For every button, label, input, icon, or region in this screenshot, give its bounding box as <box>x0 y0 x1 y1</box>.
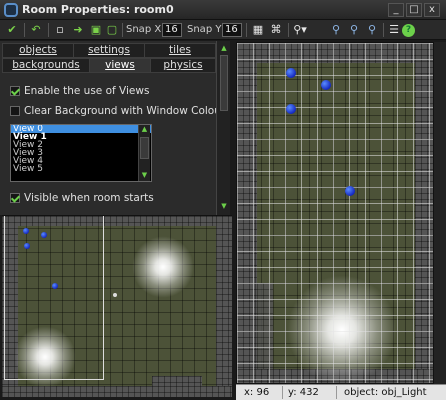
undo-icon[interactable]: ↶ <box>28 22 44 38</box>
scroll-up-icon[interactable]: ▲ <box>219 43 229 53</box>
snap-y-label: Snap Y <box>187 24 222 35</box>
scroll-thumb[interactable] <box>140 137 149 159</box>
list-item[interactable]: View 5 <box>11 165 151 174</box>
view-list-scrollbar[interactable]: ▲ ▼ <box>138 125 150 181</box>
snap-y-field[interactable]: 16 <box>222 23 242 37</box>
tab-bar: objects settings tiles backgrounds views… <box>2 43 216 73</box>
room-scrollbar[interactable] <box>434 42 446 384</box>
room-editor-canvas[interactable] <box>236 42 434 384</box>
room-grid <box>237 43 433 383</box>
zoom-out-icon[interactable]: ⚲ <box>328 22 344 38</box>
visible-on-start-label: Visible when room starts <box>24 192 154 204</box>
grid-toggle-icon[interactable]: ▦ <box>250 22 266 38</box>
panel-scrollbar[interactable]: ▲ ▼ <box>216 41 230 215</box>
zoom-in-icon[interactable]: ⚲ <box>364 22 380 38</box>
wall-tiles <box>152 376 202 386</box>
tab-views[interactable]: views <box>89 58 151 73</box>
view-list[interactable]: View 0 View 1 View 2 View 3 View 4 View … <box>10 124 152 182</box>
wall-tiles <box>216 216 232 397</box>
cursor-y: y: 432 <box>288 387 319 398</box>
status-bar: x: 96 y: 432 object: obj_Light <box>236 384 446 400</box>
snap-x-label: Snap X <box>126 24 162 35</box>
enable-views-label: Enable the use of Views <box>24 85 150 97</box>
tab-settings[interactable]: settings <box>73 43 145 58</box>
marker-dot <box>113 293 117 297</box>
unlock-icon[interactable]: ▢ <box>104 22 120 38</box>
zoom-reset-icon[interactable]: ⚲ <box>346 22 362 38</box>
toolbar: ✔ ↶ ▫ ➜ ▣ ▢ Snap X 16 Snap Y 16 ▦ ⌘ ⚲▾ ⚲… <box>0 20 446 40</box>
snap-x-field[interactable]: 16 <box>162 23 182 37</box>
clear-room-icon[interactable]: ▫ <box>52 22 68 38</box>
show-menu-icon[interactable]: ⚲▾ <box>292 22 308 38</box>
list-icon[interactable]: ☰ <box>386 22 402 38</box>
view-rectangle[interactable] <box>4 216 104 380</box>
tab-backgrounds[interactable]: backgrounds <box>2 58 90 73</box>
tab-objects[interactable]: objects <box>2 43 74 58</box>
enable-views-checkbox[interactable] <box>10 86 20 96</box>
object-under-cursor: object: obj_Light <box>344 387 427 398</box>
scroll-thumb[interactable] <box>220 55 228 111</box>
title-bar: Room Properties: room0 _ □ x <box>0 0 446 20</box>
tab-tiles[interactable]: tiles <box>144 43 216 58</box>
instance-dot[interactable] <box>286 104 296 114</box>
tab-physics[interactable]: physics <box>150 58 216 73</box>
scroll-down-icon[interactable]: ▼ <box>219 201 229 211</box>
clear-background-label: Clear Background with Window Colour <box>24 105 226 117</box>
minimize-button[interactable]: _ <box>388 3 404 17</box>
light-object[interactable] <box>132 236 194 298</box>
cursor-x: x: 96 <box>244 387 270 398</box>
clear-background-checkbox[interactable] <box>10 106 20 116</box>
visible-on-start-checkbox[interactable] <box>10 193 20 203</box>
scroll-up-icon[interactable]: ▲ <box>139 125 150 134</box>
properties-panel: objects settings tiles backgrounds views… <box>0 41 230 215</box>
lock-icon[interactable]: ▣ <box>88 22 104 38</box>
room-preview[interactable] <box>2 215 232 397</box>
maximize-button[interactable]: □ <box>406 3 422 17</box>
wall-tiles <box>2 386 232 397</box>
help-icon[interactable]: ? <box>402 24 415 37</box>
ok-check-icon[interactable]: ✔ <box>4 22 20 38</box>
instance-dot[interactable] <box>321 80 331 90</box>
instance-dot[interactable] <box>345 186 355 196</box>
isometric-grid-icon[interactable]: ⌘ <box>268 22 284 38</box>
scroll-down-icon[interactable]: ▼ <box>139 171 150 180</box>
window-title: Room Properties: room0 <box>22 3 174 16</box>
shift-instances-icon[interactable]: ➜ <box>70 22 86 38</box>
close-button[interactable]: x <box>424 3 440 17</box>
instance-dot[interactable] <box>286 68 296 78</box>
app-icon <box>4 3 18 17</box>
